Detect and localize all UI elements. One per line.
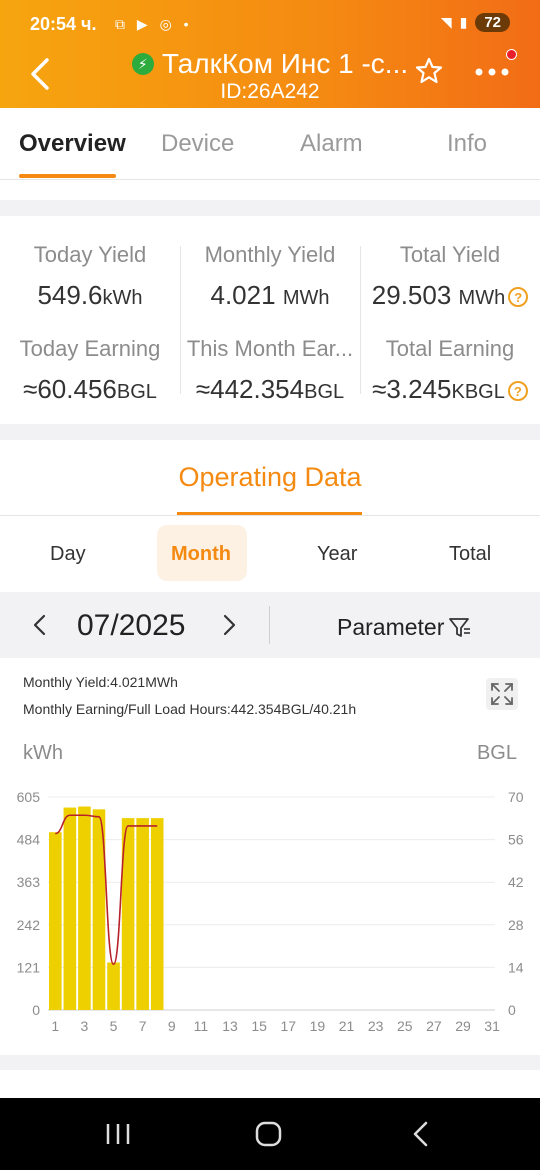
x-tick-label: 15 (251, 1018, 267, 1034)
right-axis-unit: BGL (476, 742, 517, 764)
signal-icon: ▮ (459, 14, 468, 30)
yield-summary: Today Yield 549.6kWh Monthly Yield 4.021… (0, 216, 540, 424)
parameter-filter-button[interactable]: Parameter (337, 614, 472, 641)
x-tick-label: 5 (110, 1018, 118, 1034)
y-right-tick-label: 42 (508, 874, 524, 890)
y-left-tick-label: 0 (32, 1002, 40, 1018)
monthly-yield-chart: 0121242363484605014284256701 3 5 7 9 11 13 15 17… (17, 789, 524, 1034)
favorite-star-icon[interactable] (414, 56, 444, 86)
monthly-yield: Monthly Yield 4.021 MWh (204, 242, 336, 310)
yield-bar (63, 807, 77, 1010)
scan-icon: ⧉ (115, 16, 129, 32)
x-tick-label: 7 (139, 1018, 147, 1034)
x-tick-label: 1 (51, 1018, 59, 1034)
total-earning: Total Earning ≈3.245KBGL? (360, 336, 540, 405)
device-id: ID:26A242 (220, 80, 320, 103)
tab-overview[interactable]: Overview (19, 130, 126, 158)
total-yield: Total Yield 29.503 MWh? (360, 242, 540, 311)
recent-apps-icon[interactable] (103, 1120, 133, 1148)
notification-icons: ⧉ ▶ ◎ • (115, 16, 193, 33)
x-tick-label: 9 (168, 1018, 176, 1034)
stat-divider (360, 246, 361, 394)
more-options-icon[interactable] (473, 62, 513, 82)
y-right-tick-label: 28 (508, 917, 524, 933)
y-right-tick-label: 70 (508, 789, 524, 805)
operating-data-section: Operating Data Day Month Year Total 07/2… (0, 440, 540, 1055)
y-left-tick-label: 605 (17, 789, 41, 805)
operating-data-title: Operating Data (178, 462, 362, 492)
y-right-tick-label: 56 (508, 832, 524, 848)
x-tick-label: 27 (426, 1018, 442, 1034)
x-tick-label: 23 (368, 1018, 384, 1034)
period-day[interactable]: Day (50, 543, 86, 566)
period-total[interactable]: Total (449, 543, 491, 566)
y-left-tick-label: 242 (17, 917, 41, 933)
stat-divider (180, 246, 181, 394)
dot-icon: • (183, 16, 193, 32)
y-left-tick-label: 121 (17, 959, 41, 975)
total-earning-help-icon[interactable]: ? (507, 381, 528, 402)
yield-bar (49, 832, 62, 1010)
station-title: ТалкКом Инс 1 -с... (161, 48, 409, 79)
x-tick-label: 31 (484, 1018, 500, 1034)
previous-month-button[interactable] (30, 614, 50, 636)
tab-info[interactable]: Info (447, 130, 487, 158)
system-back-icon[interactable] (406, 1120, 436, 1148)
yield-bar (78, 806, 91, 1010)
system-navigation-bar (0, 1098, 540, 1170)
yield-bar (150, 818, 164, 1010)
x-tick-label: 17 (280, 1018, 296, 1034)
notification-badge (506, 49, 517, 60)
x-tick-label: 29 (455, 1018, 471, 1034)
home-icon[interactable] (254, 1120, 284, 1148)
status-bar: 20:54 ч. ⧉ ▶ ◎ • ◥ ▮ 72 (0, 10, 540, 42)
date-selector: 07/2025 Parameter (0, 592, 540, 658)
main-tabs: Overview Device Alarm Info (0, 108, 540, 180)
fullscreen-expand-icon[interactable] (486, 678, 518, 710)
selected-date[interactable]: 07/2025 (77, 609, 185, 643)
tab-device[interactable]: Device (161, 130, 234, 158)
tab-alarm[interactable]: Alarm (300, 130, 363, 158)
left-axis-unit: kWh (23, 742, 63, 764)
total-yield-help-icon[interactable]: ? (508, 287, 529, 308)
x-tick-label: 25 (397, 1018, 413, 1034)
filter-icon (449, 617, 471, 637)
monthly-yield-info: Monthly Yield:4.021MWh (23, 674, 178, 690)
status-time: 20:54 ч. (30, 14, 97, 34)
period-month[interactable]: Month (171, 543, 231, 566)
today-earning: Today Earning ≈60.456BGL (19, 336, 161, 404)
y-left-tick-label: 363 (17, 874, 41, 890)
x-tick-label: 21 (339, 1018, 355, 1034)
battery-indicator: 72 (475, 13, 510, 32)
x-tick-label: 11 (194, 1018, 209, 1034)
today-yield: Today Yield 549.6kWh (33, 242, 147, 310)
scrolled-content-edge (0, 180, 540, 200)
next-month-button[interactable] (219, 614, 239, 636)
monthly-earning-info: Monthly Earning/Full Load Hours:442.354B… (23, 701, 357, 717)
x-tick-label: 3 (81, 1018, 89, 1034)
period-year[interactable]: Year (317, 543, 357, 566)
yield-bar (136, 818, 149, 1010)
chrome-icon: ◎ (159, 16, 176, 32)
y-right-tick-label: 14 (508, 959, 524, 975)
x-tick-label: 19 (310, 1018, 326, 1034)
active-tab-indicator (19, 174, 116, 178)
y-right-tick-label: 0 (508, 1002, 516, 1018)
y-left-tick-label: 484 (17, 832, 41, 848)
youtube-icon: ▶ (136, 16, 152, 32)
month-earning: This Month Ear... ≈442.354BGL (186, 336, 354, 404)
yield-bar (107, 962, 120, 1010)
wifi-icon: ◥ (440, 14, 452, 30)
online-status-icon: ⚡ (131, 53, 154, 75)
x-tick-label: 13 (222, 1018, 238, 1034)
app-header: 20:54 ч. ⧉ ▶ ◎ • ◥ ▮ 72 ⚡ ТалкКом Инс 1 … (0, 0, 540, 108)
